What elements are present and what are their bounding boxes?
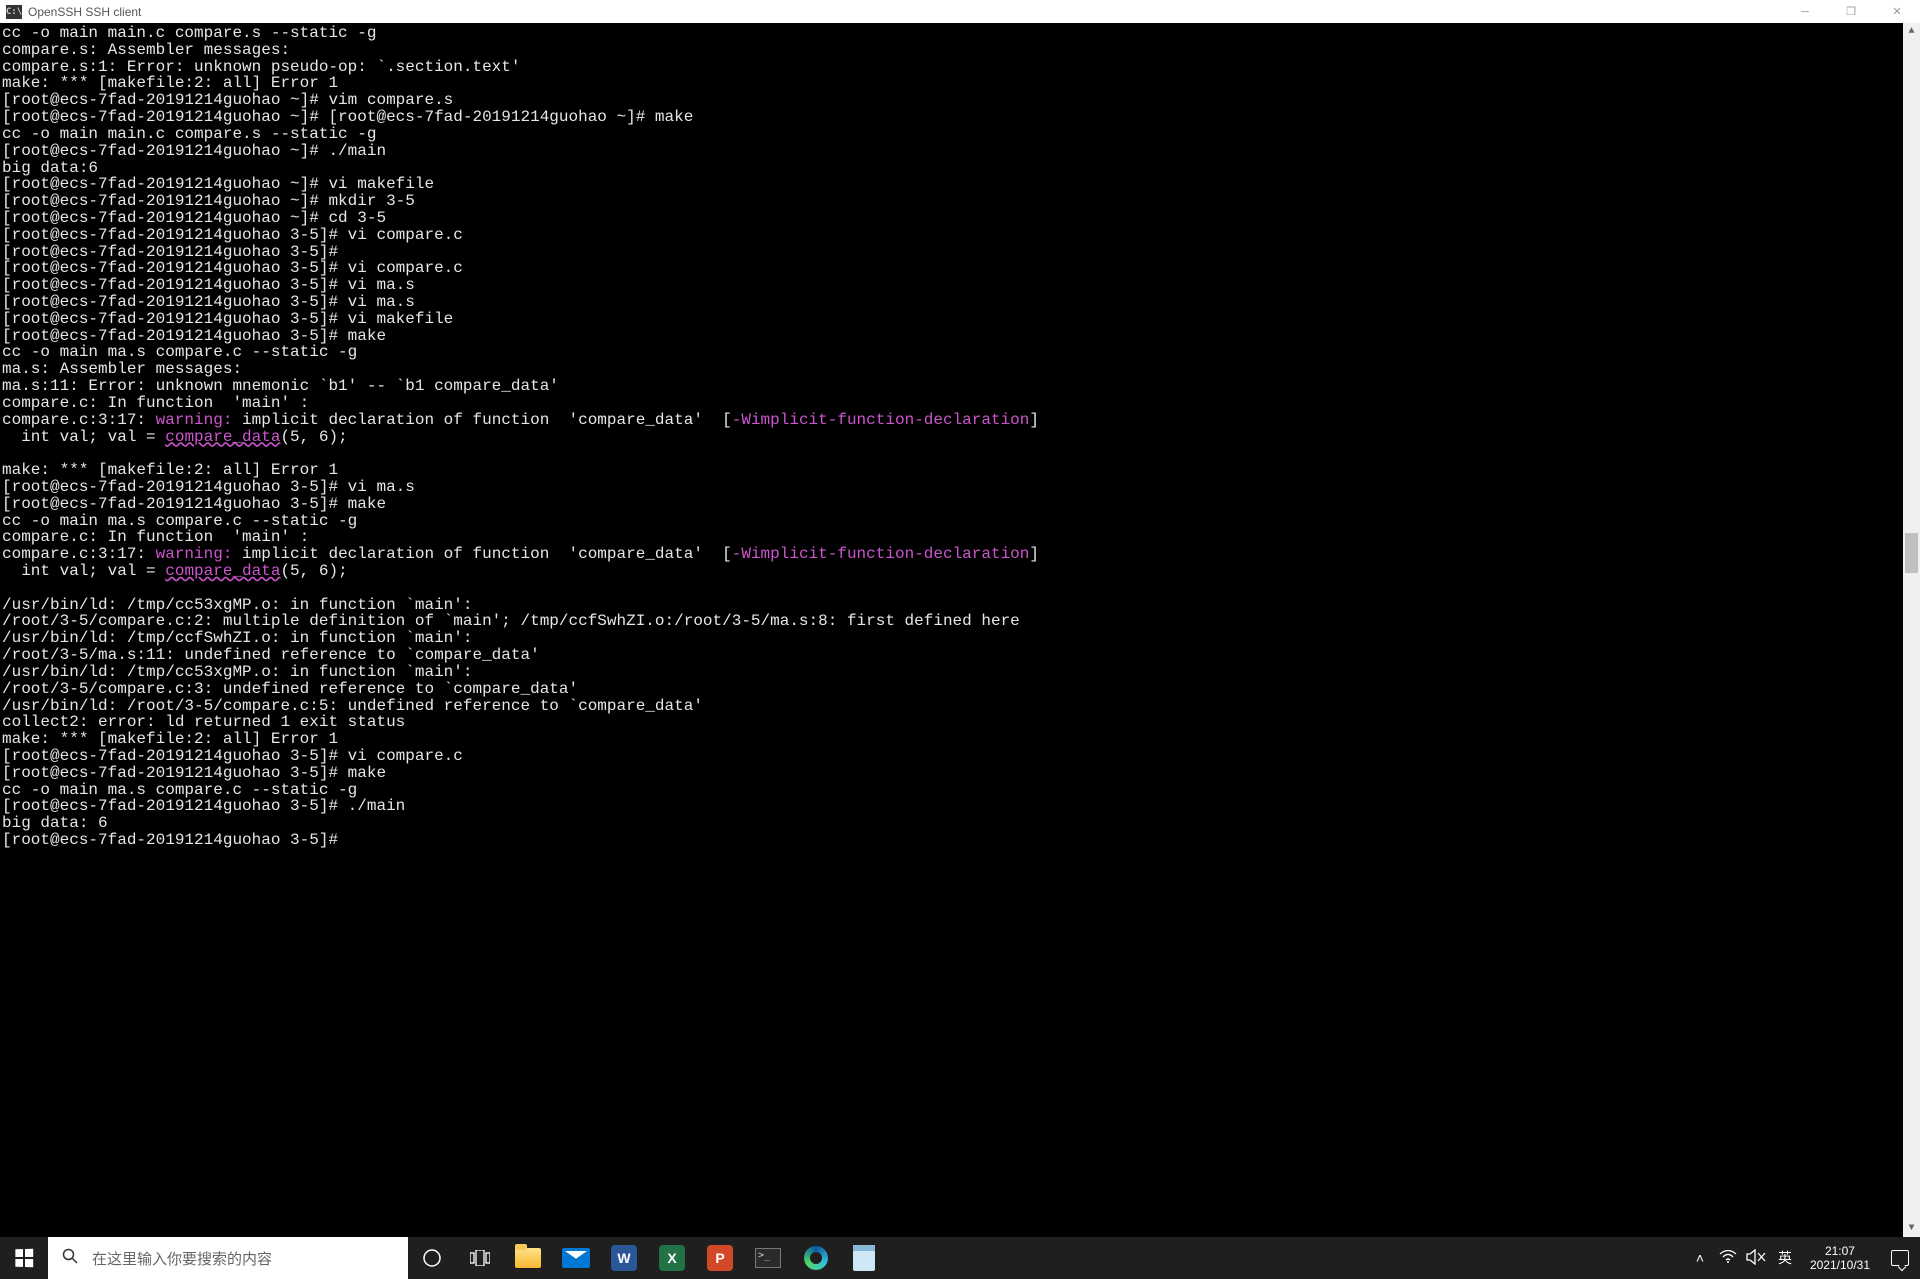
- mail-button[interactable]: [552, 1237, 600, 1279]
- term-line: ma.s:11: Error: unknown mnemonic `b1' --…: [2, 377, 559, 395]
- term-line: cc -o main main.c compare.s --static -g: [2, 24, 376, 42]
- term-line: [root@ecs-7fad-20191214guohao 3-5]# vi c…: [2, 259, 463, 277]
- clock-time: 21:07: [1810, 1244, 1870, 1258]
- close-button[interactable]: ✕: [1874, 0, 1920, 23]
- edge-button[interactable]: [792, 1237, 840, 1279]
- term-line: /usr/bin/ld: /tmp/cc53xgMP.o: in functio…: [2, 596, 472, 614]
- vertical-scrollbar[interactable]: ▲ ▼: [1903, 23, 1920, 1237]
- term-line: [root@ecs-7fad-20191214guohao 3-5]# vi m…: [2, 293, 415, 311]
- tray-chevron-up-icon[interactable]: ˄: [1686, 1250, 1714, 1266]
- terminal-output[interactable]: cc -o main main.c compare.s --static -g …: [0, 23, 1903, 1237]
- notepad-button[interactable]: [840, 1237, 888, 1279]
- term-line: cc -o main ma.s compare.c --static -g: [2, 343, 357, 361]
- term-line: compare.c:3:17: warning: implicit declar…: [2, 411, 1039, 429]
- term-line: [root@ecs-7fad-20191214guohao 3-5]# make: [2, 327, 386, 345]
- term-line: /usr/bin/ld: /tmp/ccfSwhZI.o: in functio…: [2, 629, 472, 647]
- term-line: /root/3-5/compare.c:3: undefined referen…: [2, 680, 578, 698]
- term-line: [root@ecs-7fad-20191214guohao ~]# ./main: [2, 142, 386, 160]
- term-line: big data:6: [2, 159, 98, 177]
- excel-button[interactable]: X: [648, 1237, 696, 1279]
- ime-indicator[interactable]: 英: [1770, 1248, 1800, 1268]
- app-icon: C:\: [6, 5, 22, 19]
- term-line: ma.s: Assembler messages:: [2, 360, 242, 378]
- term-line: make: *** [makefile:2: all] Error 1: [2, 461, 338, 479]
- clock-date: 2021/10/31: [1810, 1258, 1870, 1272]
- term-line: [root@ecs-7fad-20191214guohao 3-5]# make: [2, 495, 386, 513]
- system-tray: ˄ 英 21:07 2021/10/31: [1686, 1237, 1920, 1279]
- term-line: /root/3-5/compare.c:2: multiple definiti…: [2, 612, 1020, 630]
- term-line: [root@ecs-7fad-20191214guohao 3-5]# make: [2, 764, 386, 782]
- term-line: [root@ecs-7fad-20191214guohao 3-5]# vi c…: [2, 747, 463, 765]
- term-line: cc -o main ma.s compare.c --static -g: [2, 512, 357, 530]
- term-line: compare.c:3:17: warning: implicit declar…: [2, 545, 1039, 563]
- word-icon: W: [611, 1245, 637, 1271]
- search-placeholder: 在这里输入你要搜索的内容: [92, 1248, 272, 1269]
- term-line: make: *** [makefile:2: all] Error 1: [2, 74, 338, 92]
- powerpoint-button[interactable]: P: [696, 1237, 744, 1279]
- windows-logo-icon: [15, 1249, 33, 1268]
- term-line: big data: 6: [2, 814, 108, 832]
- term-line: [root@ecs-7fad-20191214guohao 3-5]# ./ma…: [2, 797, 405, 815]
- term-line: cc -o main ma.s compare.c --static -g: [2, 781, 357, 799]
- term-line: int val; val = compare_data(5, 6);: [2, 562, 348, 580]
- term-line: [root@ecs-7fad-20191214guohao 3-5]#: [2, 243, 338, 261]
- mail-icon: [562, 1248, 590, 1268]
- file-explorer-button[interactable]: [504, 1237, 552, 1279]
- search-icon: [62, 1248, 78, 1268]
- term-line: collect2: error: ld returned 1 exit stat…: [2, 713, 405, 731]
- edge-icon: [804, 1246, 828, 1270]
- term-line: compare.s:1: Error: unknown pseudo-op: `…: [2, 58, 520, 76]
- term-line: make: *** [makefile:2: all] Error 1: [2, 730, 338, 748]
- term-line: /usr/bin/ld: /tmp/cc53xgMP.o: in functio…: [2, 663, 472, 681]
- term-line: compare.c: In function 'main' :: [2, 528, 309, 546]
- term-line: [root@ecs-7fad-20191214guohao 3-5]# vi m…: [2, 276, 415, 294]
- taskbar: 在这里输入你要搜索的内容 W X P >_ ˄ 英 21:07: [0, 1237, 1920, 1279]
- term-line: [root@ecs-7fad-20191214guohao ~]# mkdir …: [2, 192, 415, 210]
- term-line: [root@ecs-7fad-20191214guohao 3-5]# vi m…: [2, 478, 415, 496]
- terminal-icon: >_: [755, 1248, 781, 1268]
- clock[interactable]: 21:07 2021/10/31: [1800, 1244, 1880, 1272]
- terminal-area: cc -o main main.c compare.s --static -g …: [0, 23, 1920, 1237]
- notepad-icon: [853, 1245, 875, 1271]
- task-view-button[interactable]: [456, 1237, 504, 1279]
- start-button[interactable]: [0, 1237, 48, 1279]
- powerpoint-icon: P: [707, 1245, 733, 1271]
- volume-muted-icon[interactable]: [1742, 1249, 1770, 1268]
- term-line: [root@ecs-7fad-20191214guohao 3-5]# vi m…: [2, 310, 453, 328]
- wifi-icon[interactable]: [1714, 1250, 1742, 1267]
- word-button[interactable]: W: [600, 1237, 648, 1279]
- term-line: [root@ecs-7fad-20191214guohao ~]# [root@…: [2, 108, 693, 126]
- maximize-button[interactable]: ❐: [1828, 0, 1874, 23]
- cortana-button[interactable]: [408, 1237, 456, 1279]
- term-line: [root@ecs-7fad-20191214guohao ~]# vim co…: [2, 91, 453, 109]
- term-line: [root@ecs-7fad-20191214guohao ~]# cd 3-5: [2, 209, 386, 227]
- notifications-button[interactable]: [1880, 1250, 1920, 1266]
- window-title: OpenSSH SSH client: [28, 5, 141, 19]
- folder-icon: [515, 1248, 541, 1268]
- term-line: compare.c: In function 'main' :: [2, 394, 309, 412]
- term-line: cc -o main main.c compare.s --static -g: [2, 125, 376, 143]
- term-line: /usr/bin/ld: /root/3-5/compare.c:5: unde…: [2, 697, 703, 715]
- notification-icon: [1891, 1250, 1909, 1266]
- scroll-up-arrow-icon[interactable]: ▲: [1903, 23, 1920, 40]
- scroll-down-arrow-icon[interactable]: ▼: [1903, 1220, 1920, 1237]
- minimize-button[interactable]: ─: [1782, 0, 1828, 23]
- term-line: int val; val = compare_data(5, 6);: [2, 428, 348, 446]
- term-line: [root@ecs-7fad-20191214guohao ~]# vi mak…: [2, 175, 434, 193]
- excel-icon: X: [659, 1245, 685, 1271]
- taskbar-search[interactable]: 在这里输入你要搜索的内容: [48, 1237, 408, 1279]
- term-line: [root@ecs-7fad-20191214guohao 3-5]#: [2, 831, 338, 849]
- scroll-thumb[interactable]: [1905, 533, 1918, 573]
- command-prompt-button[interactable]: >_: [744, 1237, 792, 1279]
- term-line: /root/3-5/ma.s:11: undefined reference t…: [2, 646, 540, 664]
- window-titlebar: C:\ OpenSSH SSH client ─ ❐ ✕: [0, 0, 1920, 23]
- term-line: [root@ecs-7fad-20191214guohao 3-5]# vi c…: [2, 226, 463, 244]
- term-line: compare.s: Assembler messages:: [2, 41, 290, 59]
